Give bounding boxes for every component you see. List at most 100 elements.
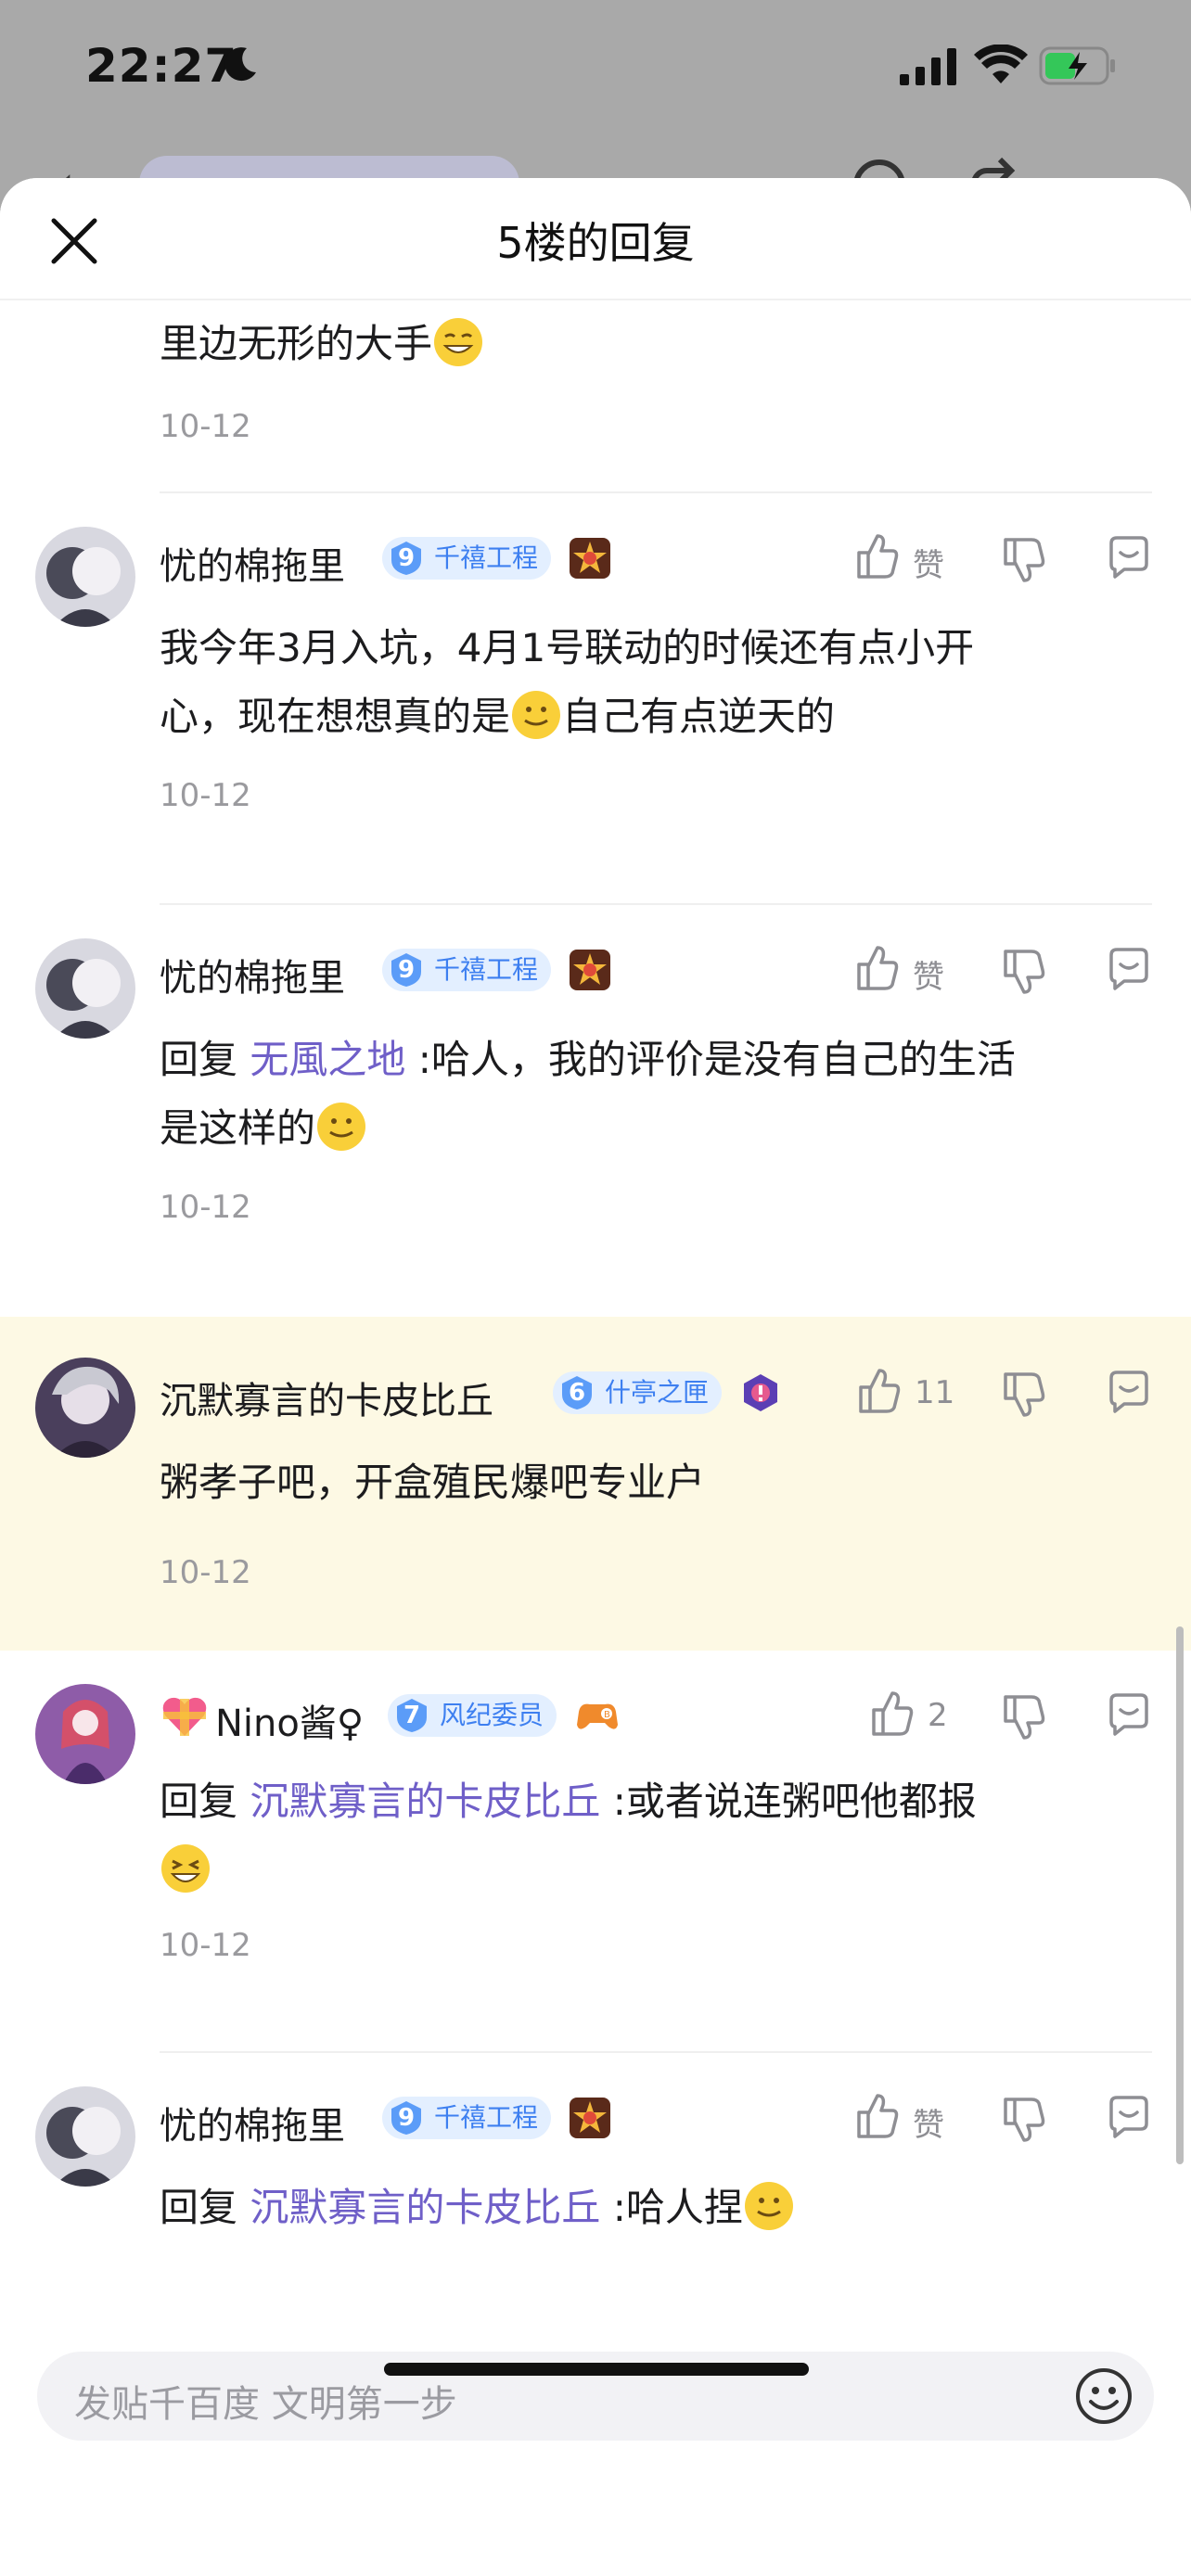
reply-to-link[interactable]: 沉默寡言的卡皮比丘 xyxy=(250,2185,600,2230)
list-item: Nino酱♀ 7 风纪委员 B 2 回复 沉默寡言的卡皮比丘 :或者说连粥吧他都… xyxy=(0,1651,1191,2055)
dislike-icon[interactable] xyxy=(1000,534,1046,586)
level-title: 千禧工程 xyxy=(434,542,539,573)
level-badge: 9 千禧工程 xyxy=(382,537,552,580)
level-badge: 9 千禧工程 xyxy=(382,949,552,991)
reply-text-part: :哈人捏 xyxy=(612,2185,743,2230)
wifi-icon xyxy=(974,45,1028,83)
signal-icon xyxy=(900,48,956,85)
reply-text-line: 回复 沉默寡言的卡皮比丘 :或者说连粥吧他都报 xyxy=(160,1767,977,1836)
comment-input-bar: 发贴千百度 文明第一步 xyxy=(0,2311,1191,2576)
dislike-icon[interactable] xyxy=(1000,1369,1046,1421)
comment-icon[interactable] xyxy=(1106,2094,1152,2146)
dislike-icon[interactable] xyxy=(1000,946,1046,998)
dislike-icon[interactable] xyxy=(1000,1691,1046,1743)
comment-icon[interactable] xyxy=(1106,946,1152,998)
like-icon[interactable] xyxy=(855,1365,902,1417)
username[interactable]: 沉默寡言的卡皮比丘 xyxy=(160,1371,493,1424)
level-title: 什亭之匣 xyxy=(605,1377,710,1408)
reply-date: 10-12 xyxy=(160,1189,251,1226)
reply-date: 10-12 xyxy=(160,777,251,814)
list-item-highlighted: 沉默寡言的卡皮比丘 6 什亭之匣 11 粥孝子吧，开盒殖民爆吧专业户 10-12 xyxy=(0,1317,1191,1651)
smile-emoji-icon xyxy=(512,691,561,739)
reply-text: 里边无形的大手 xyxy=(160,310,484,378)
reply-text: 回复 沉默寡言的卡皮比丘 :哈人捏 xyxy=(160,2174,795,2242)
username[interactable]: 忧的棉拖里 xyxy=(160,2096,345,2149)
level-badge: 6 什亭之匣 xyxy=(553,1371,723,1414)
comment-icon[interactable] xyxy=(1106,1691,1152,1743)
like-count[interactable]: 11 xyxy=(915,1374,954,1411)
comment-input-placeholder: 发贴千百度 文明第一步 xyxy=(74,2383,457,2426)
reply-text-part: :哈人，我的评价是没有自己的生活 xyxy=(417,1037,1016,1082)
home-indicator[interactable] xyxy=(384,2363,809,2376)
reply-text-line: 我今年3月入坑，4月1号联动的时候还有点小开 xyxy=(160,625,975,670)
username[interactable]: Nino酱♀ xyxy=(215,1693,364,1747)
avatar[interactable] xyxy=(35,527,135,627)
reply-text-line: 是这样的 xyxy=(160,1094,1016,1163)
heart-gift-icon xyxy=(162,1697,207,1736)
like-icon[interactable] xyxy=(853,942,900,994)
honor-badge-icon xyxy=(744,1374,777,1411)
sheet-header: 5楼的回复 xyxy=(0,178,1191,300)
list-item: 忧的棉拖里 9 千禧工程 赞 回复 无風之地 :哈人，我的评价是没有自己的生活 … xyxy=(0,905,1191,1317)
level-badge: 9 千禧工程 xyxy=(382,2097,552,2139)
reply-word: 回复 xyxy=(160,1779,238,1824)
level-number: 9 xyxy=(397,2104,416,2132)
reply-text: 粥孝子吧，开盒殖民爆吧专业户 xyxy=(160,1460,706,1505)
reply-text-line xyxy=(160,1836,977,1905)
comment-icon[interactable] xyxy=(1106,1369,1152,1421)
level-badge: 7 风纪委员 xyxy=(388,1694,557,1737)
reply-text-part: :或者说连粥吧他都报 xyxy=(612,1779,977,1824)
avatar[interactable] xyxy=(35,2086,135,2187)
like-icon[interactable] xyxy=(853,2090,900,2142)
reply-text: 我今年3月入坑，4月1号联动的时候还有点小开 心，现在想想真的是 自己有点逆天的 xyxy=(160,614,974,751)
honor-badge-icon xyxy=(570,950,610,990)
reply-text: 回复 沉默寡言的卡皮比丘 :或者说连粥吧他都报 xyxy=(160,1767,977,1905)
like-count[interactable]: 2 xyxy=(928,1697,948,1734)
moon-icon xyxy=(224,47,256,82)
like-label[interactable]: 赞 xyxy=(913,540,944,585)
reply-text-content: 里边无形的大手 xyxy=(160,321,433,366)
battery-icon xyxy=(1039,46,1115,85)
reply-date: 10-12 xyxy=(160,1554,251,1591)
reply-text-part: 自己有点逆天的 xyxy=(562,694,836,739)
smile-emoji-icon xyxy=(744,2182,793,2230)
honor-badge-icon xyxy=(570,2098,610,2138)
sheet-title: 5楼的回复 xyxy=(496,218,695,268)
reply-text-part: 心，现在想想真的是 xyxy=(160,694,511,739)
reply-to-link[interactable]: 无風之地 xyxy=(250,1037,405,1082)
like-icon[interactable] xyxy=(868,1688,915,1740)
level-number: 7 xyxy=(403,1702,421,1729)
list-item: 忧的棉拖里 9 千禧工程 赞 我今年3月入坑，4月1号联动的时候还有点小开 心，… xyxy=(0,493,1191,905)
like-label[interactable]: 赞 xyxy=(913,951,944,997)
reply-sheet: 5楼的回复 里边无形的大手 10-12 忧的棉拖里 9 千禧工程 赞 我今年3月… xyxy=(0,178,1191,2576)
reply-list[interactable]: 里边无形的大手 10-12 忧的棉拖里 9 千禧工程 赞 我今年3月入坑，4月1… xyxy=(0,300,1191,2489)
like-icon[interactable] xyxy=(853,530,900,582)
reply-text-line: 回复 沉默寡言的卡皮比丘 :哈人捏 xyxy=(160,2174,795,2242)
svg-text:B: B xyxy=(604,1710,610,1720)
level-number: 9 xyxy=(397,956,416,984)
scrollbar[interactable] xyxy=(1176,1626,1184,2164)
status-bar: 22:27 xyxy=(0,0,1191,139)
avatar[interactable] xyxy=(35,938,135,1039)
username[interactable]: 忧的棉拖里 xyxy=(160,948,345,1001)
honor-badge-icon xyxy=(570,538,610,579)
reply-text-line: 回复 无風之地 :哈人，我的评价是没有自己的生活 xyxy=(160,1026,1016,1094)
level-title: 千禧工程 xyxy=(434,954,539,985)
avatar[interactable] xyxy=(35,1358,135,1458)
reply-text-line: 心，现在想想真的是 自己有点逆天的 xyxy=(160,682,974,751)
grin-emoji-icon xyxy=(434,318,483,366)
username[interactable]: 忧的棉拖里 xyxy=(160,536,345,590)
like-label[interactable]: 赞 xyxy=(913,2099,944,2145)
reply-date: 10-12 xyxy=(160,408,251,445)
gamepad-badge-icon: B xyxy=(577,1703,618,1729)
laugh-emoji-icon xyxy=(161,1844,210,1893)
emoji-picker-icon[interactable] xyxy=(1074,2366,1133,2426)
reply-text-part: 是这样的 xyxy=(160,1105,316,1151)
reply-to-link[interactable]: 沉默寡言的卡皮比丘 xyxy=(250,1779,600,1824)
level-number: 9 xyxy=(397,544,416,572)
comment-icon[interactable] xyxy=(1106,534,1152,586)
list-item-partial: 里边无形的大手 10-12 xyxy=(0,300,1191,495)
dislike-icon[interactable] xyxy=(1000,2094,1046,2146)
level-title: 千禧工程 xyxy=(434,2102,539,2133)
avatar[interactable] xyxy=(35,1684,135,1784)
